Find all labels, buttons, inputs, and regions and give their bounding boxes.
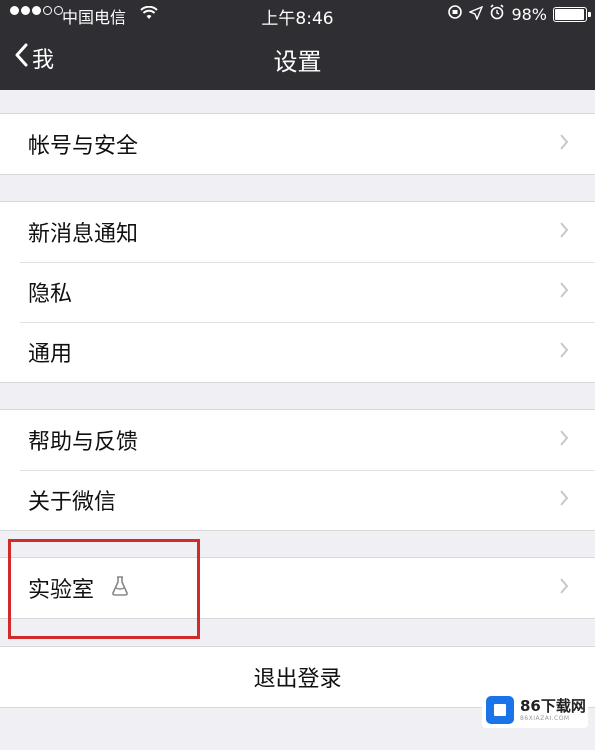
list-item-help-feedback[interactable]: 帮助与反馈 (0, 410, 595, 470)
settings-group-account: 帐号与安全 (0, 113, 595, 175)
page-title: 设置 (273, 48, 322, 76)
list-item-label: 通用 (28, 342, 73, 367)
battery-fill (555, 8, 585, 20)
battery-percent: 98% (511, 4, 547, 24)
list-item-notifications[interactable]: 新消息通知 (0, 202, 595, 262)
navigation-bar: 我 设置 (0, 28, 595, 90)
status-bar: 中国电信 上午8:46 98% (0, 0, 595, 29)
top-bar: 中国电信 上午8:46 98% 我 设置 (0, 0, 595, 90)
list-item-general[interactable]: 通用 (0, 322, 595, 382)
chevron-right-icon (559, 577, 569, 599)
status-right: 98% (447, 4, 591, 24)
watermark-subtext: 86XIAZAI.COM (520, 714, 570, 722)
list-item-label: 新消息通知 (28, 222, 139, 247)
list-item-account-security[interactable]: 帐号与安全 (0, 114, 595, 174)
settings-group-lab: 实验室 (0, 557, 595, 619)
settings-group-general: 新消息通知 隐私 通用 (0, 201, 595, 383)
list-item-lab[interactable]: 实验室 (0, 558, 595, 618)
settings-group-help: 帮助与反馈 关于微信 (0, 409, 595, 531)
rotation-lock-icon (447, 4, 463, 24)
list-item-label: 帐号与安全 (28, 134, 139, 159)
chevron-right-icon (559, 221, 569, 243)
chevron-right-icon (559, 429, 569, 451)
list-item-label: 隐私 (28, 282, 73, 307)
list-item-about[interactable]: 关于微信 (0, 470, 595, 530)
battery-icon (553, 6, 591, 22)
location-icon (468, 5, 484, 24)
lab-icon (110, 575, 130, 601)
watermark-text: 86下载网 (520, 696, 586, 715)
chevron-right-icon (559, 281, 569, 303)
list-item-label: 实验室 (28, 578, 95, 603)
list-item-label: 关于微信 (28, 490, 117, 515)
watermark: 86下载网 86XIAZAI.COM (482, 692, 588, 728)
list-item-privacy[interactable]: 隐私 (0, 262, 595, 322)
watermark-logo-icon (486, 696, 514, 724)
chevron-right-icon (559, 489, 569, 511)
list-item-label: 帮助与反馈 (28, 430, 139, 455)
chevron-right-icon (559, 133, 569, 155)
chevron-right-icon (559, 341, 569, 363)
alarm-icon (489, 4, 505, 24)
